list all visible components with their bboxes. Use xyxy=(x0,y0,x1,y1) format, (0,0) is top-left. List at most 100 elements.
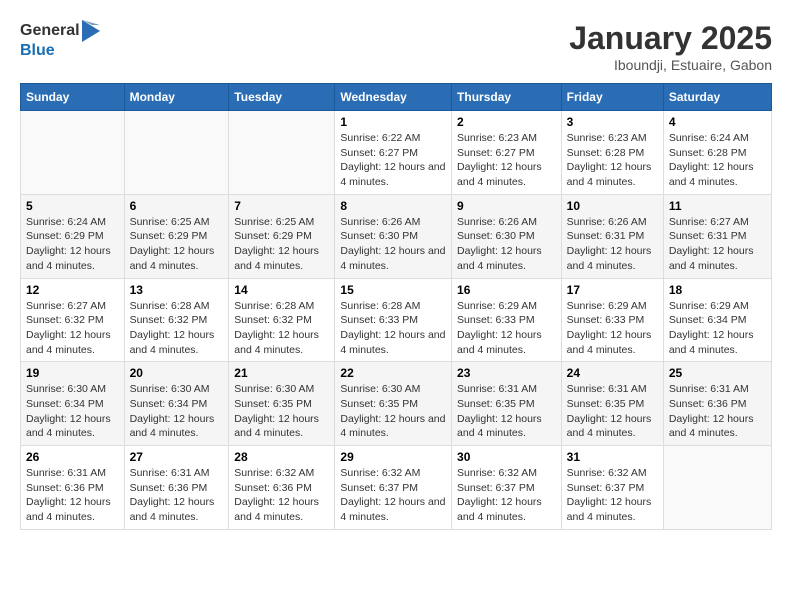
calendar-cell: 6 Sunrise: 6:25 AMSunset: 6:29 PMDaylight… xyxy=(124,194,229,278)
day-number: 9 xyxy=(457,199,556,213)
calendar-cell: 16 Sunrise: 6:29 AMSunset: 6:33 PMDayligh… xyxy=(452,278,562,362)
calendar-week-row: 19Sunrise: 6:30 AMSunset: 6:34 PMDayligh… xyxy=(21,362,772,446)
calendar-cell: 26 Sunrise: 6:31 AMSunset: 6:36 PMDayligh… xyxy=(21,446,125,530)
day-info: Sunrise: 6:31 AMSunset: 6:35 PMDaylight:… xyxy=(567,382,658,441)
weekday-header-monday: Monday xyxy=(124,84,229,111)
day-number: 8 xyxy=(340,199,446,213)
logo-blue: Blue xyxy=(20,42,100,60)
day-number: 3 xyxy=(567,115,658,129)
calendar-cell: 19Sunrise: 6:30 AMSunset: 6:34 PMDayligh… xyxy=(21,362,125,446)
calendar-cell: 13Sunrise: 6:28 AMSunset: 6:32 PMDayligh… xyxy=(124,278,229,362)
day-number: 1 xyxy=(340,115,446,129)
month-title: January 2025 xyxy=(569,20,772,57)
calendar-cell: 14 Sunrise: 6:28 AMSunset: 6:32 PMDayligh… xyxy=(229,278,335,362)
day-number: 6 xyxy=(130,199,224,213)
day-number: 2 xyxy=(457,115,556,129)
calendar-cell xyxy=(229,111,335,195)
day-number: 23 xyxy=(457,366,556,380)
day-number: 11 xyxy=(669,199,766,213)
calendar-cell xyxy=(21,111,125,195)
calendar-cell: 17 Sunrise: 6:29 AMSunset: 6:33 PMDayligh… xyxy=(561,278,663,362)
day-info: Sunrise: 6:30 AMSunset: 6:35 PMDaylight:… xyxy=(234,382,329,441)
calendar-week-row: 26 Sunrise: 6:31 AMSunset: 6:36 PMDayligh… xyxy=(21,446,772,530)
logo-arrow-icon xyxy=(82,20,100,42)
day-number: 7 xyxy=(234,199,329,213)
day-number: 22 xyxy=(340,366,446,380)
calendar-cell: 8 Sunrise: 6:26 AMSunset: 6:30 PMDaylight… xyxy=(335,194,452,278)
calendar-cell: 29 Sunrise: 6:32 AMSunset: 6:37 PMDayligh… xyxy=(335,446,452,530)
calendar-cell: 28 Sunrise: 6:32 AMSunset: 6:36 PMDayligh… xyxy=(229,446,335,530)
calendar-cell: 31 Sunrise: 6:32 AMSunset: 6:37 PMDayligh… xyxy=(561,446,663,530)
day-info: Sunrise: 6:26 AMSunset: 6:30 PMDaylight:… xyxy=(340,215,446,274)
day-info: Sunrise: 6:30 AMSunset: 6:35 PMDaylight:… xyxy=(340,382,446,441)
calendar-cell: 23Sunrise: 6:31 AMSunset: 6:35 PMDayligh… xyxy=(452,362,562,446)
day-number: 26 xyxy=(26,450,119,464)
calendar-cell: 15Sunrise: 6:28 AMSunset: 6:33 PMDayligh… xyxy=(335,278,452,362)
calendar-cell: 27Sunrise: 6:31 AMSunset: 6:36 PMDayligh… xyxy=(124,446,229,530)
calendar-cell xyxy=(663,446,771,530)
day-info: Sunrise: 6:26 AMSunset: 6:30 PMDaylight:… xyxy=(457,215,556,274)
logo-text-block: General Blue xyxy=(20,20,100,60)
logo: General Blue xyxy=(20,20,100,60)
day-number: 16 xyxy=(457,283,556,297)
weekday-header-tuesday: Tuesday xyxy=(229,84,335,111)
day-info: Sunrise: 6:32 AMSunset: 6:37 PMDaylight:… xyxy=(340,466,446,525)
day-number: 25 xyxy=(669,366,766,380)
day-info: Sunrise: 6:32 AMSunset: 6:37 PMDaylight:… xyxy=(567,466,658,525)
calendar-week-row: 1 Sunrise: 6:22 AMSunset: 6:27 PMDaylight… xyxy=(21,111,772,195)
day-number: 4 xyxy=(669,115,766,129)
day-number: 27 xyxy=(130,450,224,464)
day-info: Sunrise: 6:28 AMSunset: 6:32 PMDaylight:… xyxy=(234,299,329,358)
day-info: Sunrise: 6:23 AMSunset: 6:28 PMDaylight:… xyxy=(567,131,658,190)
calendar-cell: 22 Sunrise: 6:30 AMSunset: 6:35 PMDayligh… xyxy=(335,362,452,446)
day-info: Sunrise: 6:31 AMSunset: 6:36 PMDaylight:… xyxy=(26,466,119,525)
calendar-cell: 30Sunrise: 6:32 AMSunset: 6:37 PMDayligh… xyxy=(452,446,562,530)
day-number: 17 xyxy=(567,283,658,297)
day-info: Sunrise: 6:25 AMSunset: 6:29 PMDaylight:… xyxy=(130,215,224,274)
calendar-cell: 7Sunrise: 6:25 AMSunset: 6:29 PMDaylight… xyxy=(229,194,335,278)
day-info: Sunrise: 6:22 AMSunset: 6:27 PMDaylight:… xyxy=(340,131,446,190)
day-info: Sunrise: 6:27 AMSunset: 6:31 PMDaylight:… xyxy=(669,215,766,274)
calendar-cell: 2 Sunrise: 6:23 AMSunset: 6:27 PMDaylight… xyxy=(452,111,562,195)
day-number: 5 xyxy=(26,199,119,213)
weekday-header-friday: Friday xyxy=(561,84,663,111)
calendar-cell: 12Sunrise: 6:27 AMSunset: 6:32 PMDayligh… xyxy=(21,278,125,362)
day-info: Sunrise: 6:29 AMSunset: 6:34 PMDaylight:… xyxy=(669,299,766,358)
calendar-cell: 10Sunrise: 6:26 AMSunset: 6:31 PMDayligh… xyxy=(561,194,663,278)
day-info: Sunrise: 6:24 AMSunset: 6:28 PMDaylight:… xyxy=(669,131,766,190)
calendar-cell: 3 Sunrise: 6:23 AMSunset: 6:28 PMDaylight… xyxy=(561,111,663,195)
page-header: General Blue January 2025 Iboundji, Estu… xyxy=(20,20,772,73)
calendar-week-row: 5 Sunrise: 6:24 AMSunset: 6:29 PMDaylight… xyxy=(21,194,772,278)
weekday-header-sunday: Sunday xyxy=(21,84,125,111)
day-number: 21 xyxy=(234,366,329,380)
calendar-cell: 20 Sunrise: 6:30 AMSunset: 6:34 PMDayligh… xyxy=(124,362,229,446)
day-info: Sunrise: 6:29 AMSunset: 6:33 PMDaylight:… xyxy=(457,299,556,358)
day-info: Sunrise: 6:28 AMSunset: 6:32 PMDaylight:… xyxy=(130,299,224,358)
day-number: 31 xyxy=(567,450,658,464)
calendar-cell xyxy=(124,111,229,195)
day-info: Sunrise: 6:23 AMSunset: 6:27 PMDaylight:… xyxy=(457,131,556,190)
day-info: Sunrise: 6:32 AMSunset: 6:37 PMDaylight:… xyxy=(457,466,556,525)
day-info: Sunrise: 6:32 AMSunset: 6:36 PMDaylight:… xyxy=(234,466,329,525)
day-number: 20 xyxy=(130,366,224,380)
calendar-cell: 11 Sunrise: 6:27 AMSunset: 6:31 PMDayligh… xyxy=(663,194,771,278)
weekday-header-thursday: Thursday xyxy=(452,84,562,111)
day-info: Sunrise: 6:30 AMSunset: 6:34 PMDaylight:… xyxy=(130,382,224,441)
day-number: 28 xyxy=(234,450,329,464)
day-number: 18 xyxy=(669,283,766,297)
day-info: Sunrise: 6:29 AMSunset: 6:33 PMDaylight:… xyxy=(567,299,658,358)
calendar-cell: 9 Sunrise: 6:26 AMSunset: 6:30 PMDaylight… xyxy=(452,194,562,278)
day-info: Sunrise: 6:30 AMSunset: 6:34 PMDaylight:… xyxy=(26,382,119,441)
title-block: January 2025 Iboundji, Estuaire, Gabon xyxy=(569,20,772,73)
logo-general: General xyxy=(20,22,80,40)
day-number: 10 xyxy=(567,199,658,213)
calendar-cell: 4 Sunrise: 6:24 AMSunset: 6:28 PMDaylight… xyxy=(663,111,771,195)
day-number: 29 xyxy=(340,450,446,464)
calendar-cell: 1 Sunrise: 6:22 AMSunset: 6:27 PMDaylight… xyxy=(335,111,452,195)
day-info: Sunrise: 6:24 AMSunset: 6:29 PMDaylight:… xyxy=(26,215,119,274)
day-number: 24 xyxy=(567,366,658,380)
calendar-cell: 25Sunrise: 6:31 AMSunset: 6:36 PMDayligh… xyxy=(663,362,771,446)
day-number: 14 xyxy=(234,283,329,297)
calendar-week-row: 12Sunrise: 6:27 AMSunset: 6:32 PMDayligh… xyxy=(21,278,772,362)
weekday-header-row: SundayMondayTuesdayWednesdayThursdayFrid… xyxy=(21,84,772,111)
